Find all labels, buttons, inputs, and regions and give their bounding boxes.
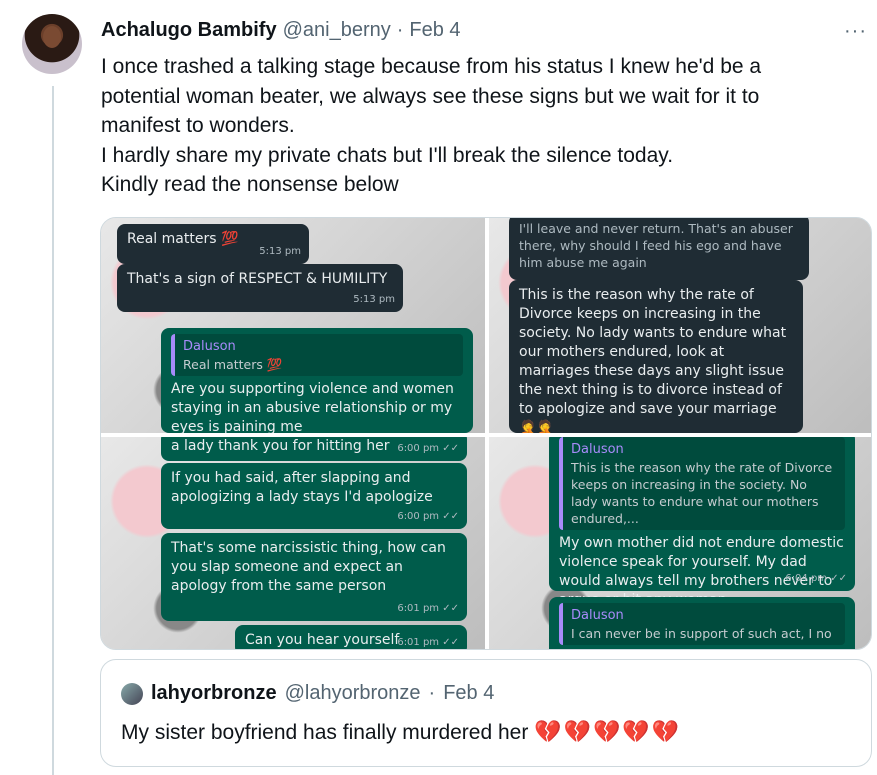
author-handle[interactable]: @ani_berny xyxy=(283,19,391,42)
tweet-text: I once trashed a talking stage because f… xyxy=(101,52,861,200)
incoming-message: That's a sign of RESPECT & HUMILITY 5:13… xyxy=(117,264,403,312)
tweet-header: Achalugo Bambify @ani_berny · Feb 4 xyxy=(101,19,461,42)
message-time: 5:13 pm xyxy=(259,246,301,257)
message-text: This is the reason why the rate of Divor… xyxy=(519,287,787,433)
author-display-name[interactable]: Achalugo Bambify xyxy=(101,19,277,42)
quoted-author-avatar xyxy=(121,682,143,705)
tweet-text-line: Kindly read the nonsense below xyxy=(101,173,399,196)
message-text: That's some narcissistic thing, how can … xyxy=(171,540,446,594)
quoted-author-handle: @lahyorbronze xyxy=(284,682,421,704)
quoted-tweet-card[interactable]: lahyorbronze @lahyorbronze · Feb 4 My si… xyxy=(100,659,872,767)
author-avatar[interactable] xyxy=(22,14,82,74)
message-time: 6:01 pm ✓✓ xyxy=(397,603,459,614)
message-time: 6:00 pm ✓✓ xyxy=(397,443,459,454)
message-time: 5:13 pm xyxy=(353,294,395,305)
chat-screenshot-1[interactable]: Real matters 💯 5:13 pm That's a sign of … xyxy=(101,218,485,433)
message-text: Real matters 💯 xyxy=(127,231,239,247)
tweet-text-line: I once trashed a talking stage because f… xyxy=(101,55,762,78)
chat-screenshot-4[interactable]: Daluson This is the reason why the rate … xyxy=(489,437,871,649)
incoming-message: I'll leave and never return. That's an a… xyxy=(509,218,809,280)
chat-screenshot-3[interactable]: a lady thank you for hitting her 6:00 pm… xyxy=(101,437,485,649)
message-time: 6:01 pm ✓✓ xyxy=(397,637,459,648)
message-time: 6:00 pm ✓✓ xyxy=(397,511,459,522)
quote-author: Daluson xyxy=(183,339,236,354)
message-text: Can you hear yourself xyxy=(245,632,400,648)
quoted-reply: Daluson This is the reason why the rate … xyxy=(559,437,845,530)
tweet-text-line: I hardly share my private chats but I'll… xyxy=(101,143,674,167)
outgoing-message: Daluson This is the reason why the rate … xyxy=(549,437,855,608)
quote-text: This is the reason why the rate of Divor… xyxy=(571,460,833,526)
outgoing-message: a lady thank you for hitting her 6:00 pm… xyxy=(161,437,467,461)
media-grid: Real matters 💯 5:13 pm That's a sign of … xyxy=(100,217,872,650)
quote-text: Real matters 💯 xyxy=(183,357,283,372)
tweet-date[interactable]: Feb 4 xyxy=(409,19,460,42)
broken-heart-emoji: 💔💔💔💔💔 xyxy=(534,720,682,745)
outgoing-message: That's some narcissistic thing, how can … xyxy=(161,533,467,621)
more-options-icon[interactable]: ··· xyxy=(844,20,867,43)
incoming-message: Real matters 💯 5:13 pm xyxy=(117,224,309,264)
quote-author: Daluson xyxy=(571,442,624,457)
quoted-author-display-name: lahyorbronze xyxy=(151,682,277,704)
quoted-tweet-header: lahyorbronze @lahyorbronze · Feb 4 xyxy=(121,682,494,705)
quoted-tweet-text: My sister boyfriend has finally murdered… xyxy=(121,720,681,745)
tweet-text-line: manifest to wonders. xyxy=(101,114,295,137)
quoted-tweet-body: My sister boyfriend has finally murdered… xyxy=(121,721,529,744)
outgoing-message: Daluson I can never be in support of suc… xyxy=(549,597,855,649)
message-text: a lady thank you for hitting her xyxy=(171,438,390,454)
message-text: If you had said, after slapping and apol… xyxy=(171,470,433,505)
outgoing-message: Can you hear yourself 6:01 pm ✓✓ xyxy=(235,625,467,649)
separator-dot: · xyxy=(396,19,404,41)
quoted-reply: Daluson Real matters 💯 xyxy=(171,334,463,376)
message-text: That's a sign of RESPECT & HUMILITY xyxy=(127,271,388,287)
chat-screenshot-2[interactable]: I'll leave and never return. That's an a… xyxy=(489,218,871,433)
outgoing-message: If you had said, after slapping and apol… xyxy=(161,463,467,529)
quoted-reply: Daluson I can never be in support of suc… xyxy=(559,603,845,645)
quote-text: I can never be in support of such act, I… xyxy=(571,626,832,641)
quoted-tweet-date: Feb 4 xyxy=(443,682,495,704)
message-time: 6:04 pm ✓✓ xyxy=(785,573,847,584)
message-text: Are you supporting violence and women st… xyxy=(171,381,454,433)
incoming-message: This is the reason why the rate of Divor… xyxy=(509,280,803,433)
outgoing-message: Daluson Real matters 💯 Are you supportin… xyxy=(161,328,473,433)
separator-dot: · xyxy=(428,682,436,704)
tweet-text-line: potential woman beater, we always see th… xyxy=(101,84,760,108)
thread-line xyxy=(52,86,54,775)
quote-author: Daluson xyxy=(571,608,624,623)
message-text: I'll leave and never return. That's an a… xyxy=(519,221,793,270)
